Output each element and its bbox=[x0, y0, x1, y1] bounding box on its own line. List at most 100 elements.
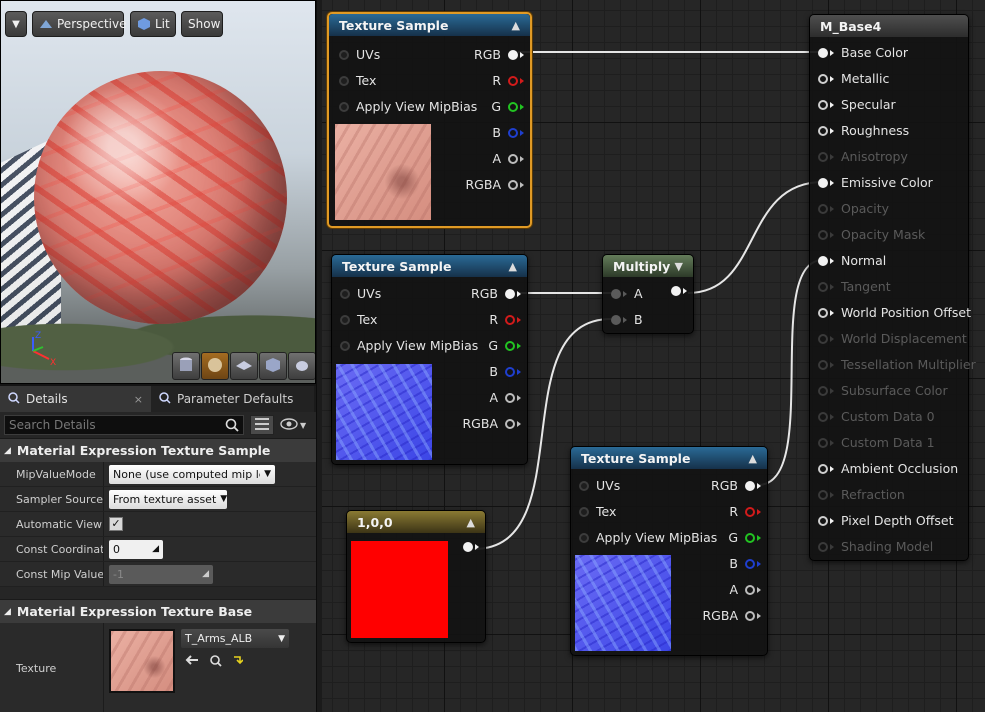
input-pin-a[interactable]: A bbox=[611, 286, 643, 301]
custom-mesh-preview-button[interactable] bbox=[288, 352, 315, 380]
viewport-options-button[interactable]: ▼ bbox=[5, 11, 27, 37]
node-header[interactable]: Texture Sample ▲ bbox=[332, 255, 527, 277]
output-pin-rgb[interactable]: RGB bbox=[471, 286, 521, 301]
texture-sample-node-3[interactable]: Texture Sample ▲ UVs Tex Apply View MipB… bbox=[570, 446, 768, 656]
output-pin-a[interactable]: A bbox=[729, 582, 761, 597]
material-input-pin-subsurface-color[interactable]: Subsurface Color bbox=[818, 383, 948, 398]
material-input-pin-specular[interactable]: Specular bbox=[818, 97, 896, 112]
material-input-pin-shading-model[interactable]: Shading Model bbox=[818, 539, 933, 554]
collapse-triangle-icon[interactable]: ▲ bbox=[749, 452, 757, 465]
material-input-pin-tessellation-multiplier[interactable]: Tessellation Multiplier bbox=[818, 357, 976, 372]
material-graph-canvas[interactable]: Texture Sample ▲ UVs Tex Apply View MipB… bbox=[322, 0, 985, 712]
texture-sample-node-1[interactable]: Texture Sample ▲ UVs Tex Apply View MipB… bbox=[327, 12, 532, 228]
collapse-triangle-icon[interactable]: ▲ bbox=[512, 19, 520, 32]
node-header[interactable]: M_Base4 bbox=[810, 15, 968, 37]
input-pin-apply-view-mipbias[interactable]: Apply View MipBias bbox=[340, 338, 478, 353]
output-pin-rgba[interactable]: RGBA bbox=[703, 608, 761, 623]
perspective-button[interactable]: Perspective bbox=[32, 11, 127, 37]
const-mip-value-field[interactable]: -1 ◢ bbox=[109, 564, 213, 584]
material-input-pin-emissive-color[interactable]: Emissive Color bbox=[818, 175, 933, 190]
input-pin-apply-view-mipbias[interactable]: Apply View MipBias bbox=[579, 530, 717, 545]
input-pin-uvs[interactable]: UVs bbox=[340, 286, 381, 301]
material-input-pin-opacity[interactable]: Opacity bbox=[818, 201, 889, 216]
constant3vector-node[interactable]: 1,0,0 ▲ bbox=[346, 510, 486, 643]
texture-thumbnail[interactable] bbox=[109, 629, 175, 693]
output-pin-g[interactable]: G bbox=[488, 338, 521, 353]
reset-arrow-icon[interactable] bbox=[233, 654, 244, 671]
output-pin-rgb[interactable]: RGB bbox=[474, 47, 524, 62]
pin-dot-icon bbox=[339, 101, 349, 112]
lit-button[interactable]: Lit bbox=[130, 11, 176, 37]
show-button[interactable]: Show bbox=[181, 11, 223, 37]
node-header[interactable]: 1,0,0 ▲ bbox=[347, 511, 485, 533]
material-input-pin-custom-data-0[interactable]: Custom Data 0 bbox=[818, 409, 935, 424]
mip-value-mode-dropdown[interactable]: None (use computed mip lev ▼ bbox=[109, 464, 275, 484]
input-pin-uvs[interactable]: UVs bbox=[339, 47, 380, 62]
close-tab-icon[interactable]: × bbox=[134, 393, 143, 406]
tab-details[interactable]: Details × bbox=[0, 386, 151, 412]
collapse-triangle-icon[interactable]: ▲ bbox=[509, 260, 517, 273]
plane-preview-button[interactable] bbox=[230, 352, 258, 380]
use-selected-asset-icon[interactable] bbox=[185, 654, 199, 671]
section-texture-base[interactable]: ◢ Material Expression Texture Base bbox=[0, 599, 316, 623]
output-pin-r[interactable]: R bbox=[489, 312, 521, 327]
collapse-triangle-icon[interactable]: ▲ bbox=[467, 516, 475, 529]
material-input-pin-custom-data-1[interactable]: Custom Data 1 bbox=[818, 435, 935, 450]
node-header[interactable]: Multiply ▼ bbox=[603, 255, 693, 277]
output-pin-value[interactable] bbox=[463, 542, 479, 552]
input-pin-uvs[interactable]: UVs bbox=[579, 478, 620, 493]
const-coordinate-field[interactable]: 0 ◢ bbox=[109, 539, 163, 559]
texture-asset-picker[interactable]: T_Arms_ALB ▼ bbox=[181, 629, 289, 648]
output-pin-result[interactable] bbox=[671, 286, 687, 296]
multiply-node[interactable]: Multiply ▼ A B bbox=[602, 254, 694, 334]
output-pin-b[interactable]: B bbox=[729, 556, 761, 571]
material-input-pin-pixel-depth-offset[interactable]: Pixel Depth Offset bbox=[818, 513, 954, 528]
output-pin-b[interactable]: B bbox=[492, 125, 524, 140]
node-header[interactable]: Texture Sample ▲ bbox=[571, 447, 767, 469]
cube-preview-button[interactable] bbox=[259, 352, 287, 380]
search-details-input[interactable]: Search Details bbox=[4, 415, 244, 435]
material-input-pin-tangent[interactable]: Tangent bbox=[818, 279, 891, 294]
material-input-pin-normal[interactable]: Normal bbox=[818, 253, 886, 268]
material-input-pin-anisotropy[interactable]: Anisotropy bbox=[818, 149, 908, 164]
output-pin-g[interactable]: G bbox=[728, 530, 761, 545]
output-pin-a[interactable]: A bbox=[492, 151, 524, 166]
output-pin-rgba[interactable]: RGBA bbox=[463, 416, 521, 431]
material-input-pin-base-color[interactable]: Base Color bbox=[818, 45, 908, 60]
output-pin-r[interactable]: R bbox=[492, 73, 524, 88]
cylinder-preview-button[interactable] bbox=[172, 352, 200, 380]
pin-dot-icon bbox=[508, 49, 518, 60]
node-header[interactable]: Texture Sample ▲ bbox=[329, 14, 530, 36]
texture-sample-node-2[interactable]: Texture Sample ▲ UVs Tex Apply View MipB… bbox=[331, 254, 528, 465]
output-pin-a[interactable]: A bbox=[489, 390, 521, 405]
material-preview-viewport[interactable]: ▼ Perspective Lit Show Z X bbox=[0, 0, 316, 384]
material-input-pin-opacity-mask[interactable]: Opacity Mask bbox=[818, 227, 925, 242]
output-pin-rgba[interactable]: RGBA bbox=[466, 177, 524, 192]
sampler-source-dropdown[interactable]: From texture asset ▼ bbox=[109, 489, 227, 509]
material-input-pin-roughness[interactable]: Roughness bbox=[818, 123, 909, 138]
material-input-pin-world-position-offset[interactable]: World Position Offset bbox=[818, 305, 971, 320]
output-pin-rgb[interactable]: RGB bbox=[711, 478, 761, 493]
output-pin-b[interactable]: B bbox=[489, 364, 521, 379]
visibility-filter-button[interactable]: ▼ bbox=[280, 417, 306, 433]
collapse-triangle-icon[interactable]: ▼ bbox=[675, 260, 683, 273]
material-input-pin-world-displacement[interactable]: World Displacement bbox=[818, 331, 967, 346]
input-pin-apply-view-mipbias[interactable]: Apply View MipBias bbox=[339, 99, 477, 114]
automatic-view-mip-checkbox[interactable]: ✓ bbox=[109, 517, 123, 531]
output-pin-g[interactable]: G bbox=[491, 99, 524, 114]
input-pin-tex[interactable]: Tex bbox=[340, 312, 377, 327]
input-pin-tex[interactable]: Tex bbox=[339, 73, 376, 88]
tab-parameter-defaults[interactable]: Parameter Defaults bbox=[151, 386, 314, 412]
property-matrix-button[interactable] bbox=[250, 415, 274, 435]
material-input-pin-metallic[interactable]: Metallic bbox=[818, 71, 889, 86]
material-input-pin-ambient-occlusion[interactable]: Ambient Occlusion bbox=[818, 461, 958, 476]
output-pin-r[interactable]: R bbox=[729, 504, 761, 519]
pin-dot-icon bbox=[745, 610, 755, 621]
browse-search-icon[interactable] bbox=[209, 654, 223, 671]
material-input-pin-refraction[interactable]: Refraction bbox=[818, 487, 905, 502]
sphere-preview-button[interactable] bbox=[201, 352, 229, 380]
input-pin-tex[interactable]: Tex bbox=[579, 504, 616, 519]
input-pin-b[interactable]: B bbox=[611, 312, 643, 327]
material-result-node[interactable]: M_Base4 Base Color Metallic Specular Roughn… bbox=[809, 14, 976, 561]
section-texture-sample[interactable]: ◢ Material Expression Texture Sample bbox=[0, 438, 316, 462]
